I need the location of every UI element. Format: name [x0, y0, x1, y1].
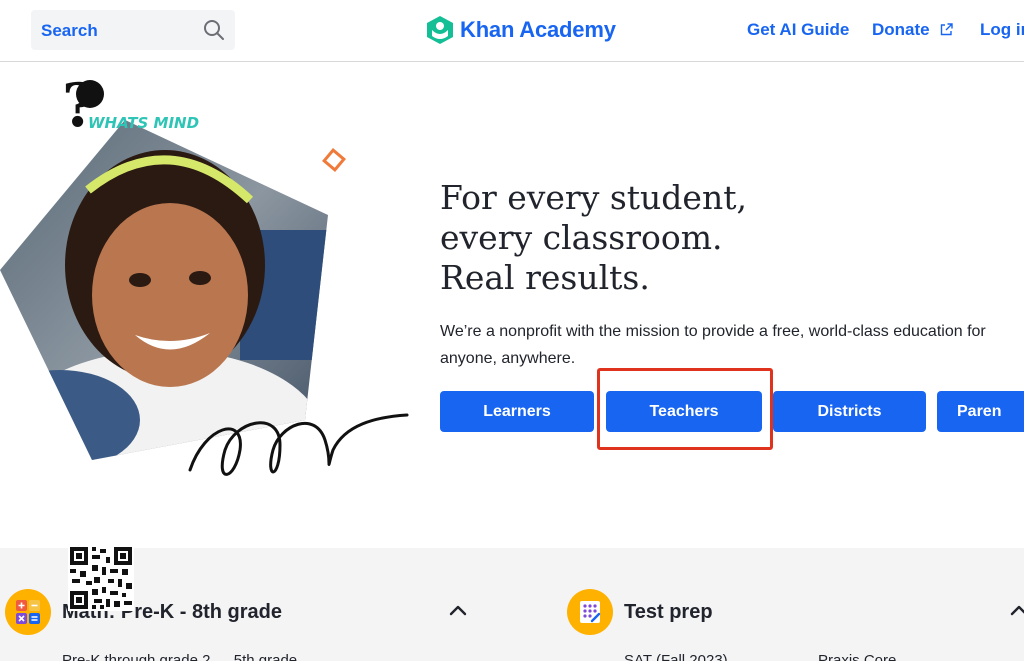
- search-icon[interactable]: [203, 19, 225, 41]
- calculator-icon: [16, 600, 40, 624]
- get-ai-guide-link[interactable]: Get AI Guide: [747, 20, 849, 40]
- qr-code-icon: [68, 545, 134, 611]
- search-label: Search: [41, 21, 98, 40]
- watermark-text: WHATS MIND: [88, 114, 199, 132]
- districts-button[interactable]: Districts: [773, 391, 926, 432]
- test-prep-category-title[interactable]: Test prep: [624, 601, 713, 624]
- site-header: Search Khan Academy Get AI Guide Donate …: [0, 0, 1024, 62]
- hero-headline: For every student, every classroom. Real…: [440, 178, 920, 298]
- khan-academy-logo[interactable]: Khan Academy: [426, 15, 616, 45]
- login-link[interactable]: Log in: [980, 20, 1024, 40]
- donate-label: Donate: [872, 20, 930, 39]
- chevron-up-icon[interactable]: [1010, 603, 1024, 617]
- logo-text: Khan Academy: [460, 17, 616, 42]
- donate-link[interactable]: Donate: [872, 20, 954, 40]
- sat-link[interactable]: SAT (Fall 2023): [624, 652, 728, 661]
- headline-line-3: Real results.: [440, 258, 650, 297]
- headline-line-2: every classroom.: [440, 218, 723, 257]
- watermark-logo: ? WHATS MIND: [62, 76, 199, 141]
- search-field[interactable]: Search: [31, 10, 235, 50]
- external-link-icon: [941, 23, 954, 36]
- math-category-icon: [5, 589, 51, 635]
- parents-button[interactable]: Paren: [937, 391, 1024, 432]
- learners-button[interactable]: Learners: [440, 391, 594, 432]
- highlight-annotation: [597, 368, 773, 450]
- test-prep-category-icon: [567, 589, 613, 635]
- test-sheet-icon: [580, 601, 601, 623]
- decorative-scribble-icon: [188, 413, 409, 476]
- khan-logo-icon: [427, 16, 453, 44]
- headline-line-1: For every student,: [440, 178, 747, 217]
- chevron-up-icon[interactable]: [449, 603, 467, 617]
- hero-subtext: We’re a nonprofit with the mission to pr…: [440, 323, 986, 367]
- decorative-square-icon: [322, 148, 346, 172]
- praxis-link[interactable]: Praxis Core: [818, 652, 896, 661]
- math-subcategory-link[interactable]: Pre-K through grade 2 … 5th grade: [62, 652, 297, 661]
